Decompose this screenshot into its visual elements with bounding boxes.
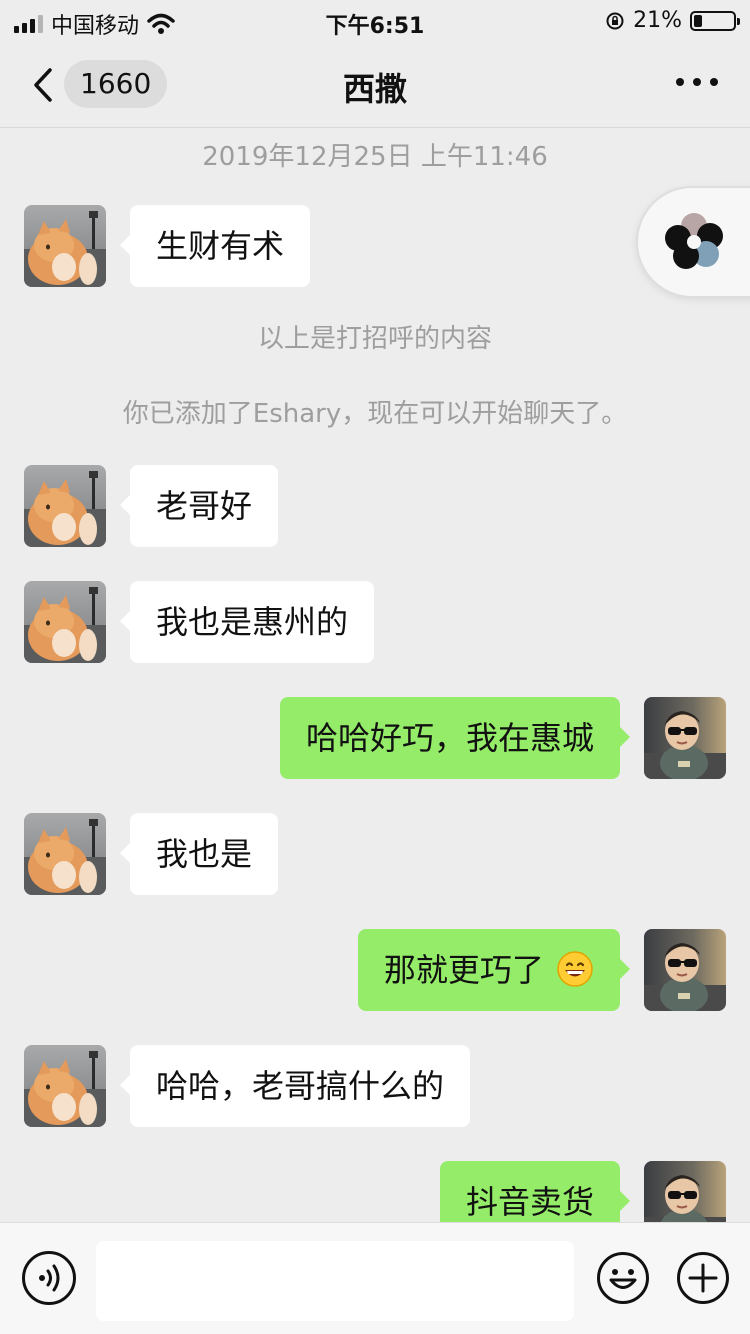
incoming-message-bubble[interactable]: 哈哈，老哥搞什么的 [119, 1045, 471, 1127]
nav-bar: 1660 西撒 [0, 44, 750, 128]
message-row: 老哥好 [0, 465, 750, 549]
outgoing-message-bubble[interactable]: 那就更巧了 [357, 929, 631, 1011]
battery-percent: 21% [633, 8, 682, 33]
more-icon [676, 78, 684, 86]
outgoing-message-bubble[interactable]: 抖音卖货 [439, 1161, 631, 1222]
message-row: 我也是惠州的 [0, 581, 750, 665]
system-notice: 你已添加了Eshary，现在可以开始聊天了。 [122, 399, 628, 429]
emoji-icon [597, 1252, 649, 1304]
message-row: 我也是 [0, 813, 750, 897]
message-row: 哈哈，老哥搞什么的 [0, 1045, 750, 1129]
incoming-message-bubble[interactable]: 生财有术 [119, 205, 311, 287]
more-button[interactable] [676, 78, 718, 86]
voice-icon [39, 1264, 60, 1292]
contact-avatar[interactable] [24, 581, 106, 663]
rotation-lock-icon [606, 12, 624, 29]
battery-icon [690, 10, 740, 31]
emoji-button[interactable] [596, 1251, 650, 1305]
message-input[interactable] [96, 1241, 574, 1321]
floating-window-button[interactable] [636, 186, 750, 298]
chat-area[interactable]: 2019年12月25日 上午11:46 生财有术 以上是打招呼的内容 你已添加了… [0, 128, 750, 1222]
more-functions-button[interactable] [676, 1251, 730, 1305]
incoming-message-bubble[interactable]: 老哥好 [119, 465, 279, 547]
message-row: 那就更巧了 [0, 929, 750, 1013]
message-text: 那就更巧了 [383, 951, 544, 989]
floating-window-icon [665, 213, 723, 269]
my-avatar[interactable] [644, 1161, 726, 1222]
contact-avatar[interactable] [24, 465, 106, 547]
voice-button[interactable] [22, 1251, 76, 1305]
system-notice: 以上是打招呼的内容 [257, 324, 492, 354]
incoming-message-bubble[interactable]: 我也是惠州的 [119, 581, 375, 663]
outgoing-message-bubble[interactable]: 哈哈好巧，我在惠城 [279, 697, 631, 779]
incoming-message-bubble[interactable]: 我也是 [119, 813, 279, 895]
message-row: 哈哈好巧，我在惠城 [0, 697, 750, 781]
chat-title: 西撒 [342, 70, 407, 108]
plus-icon [677, 1252, 729, 1304]
message-timestamp: 2019年12月25日 上午11:46 [202, 142, 548, 172]
my-avatar[interactable] [644, 929, 726, 1011]
status-bar: 中国移动 下午6:51 21% [0, 0, 750, 40]
input-bar [0, 1222, 750, 1334]
my-avatar[interactable] [644, 697, 726, 779]
grinning-face-emoji [557, 951, 593, 987]
contact-avatar[interactable] [24, 205, 106, 287]
message-row: 抖音卖货 [0, 1161, 750, 1222]
contact-avatar[interactable] [24, 1045, 106, 1127]
contact-avatar[interactable] [24, 813, 106, 895]
